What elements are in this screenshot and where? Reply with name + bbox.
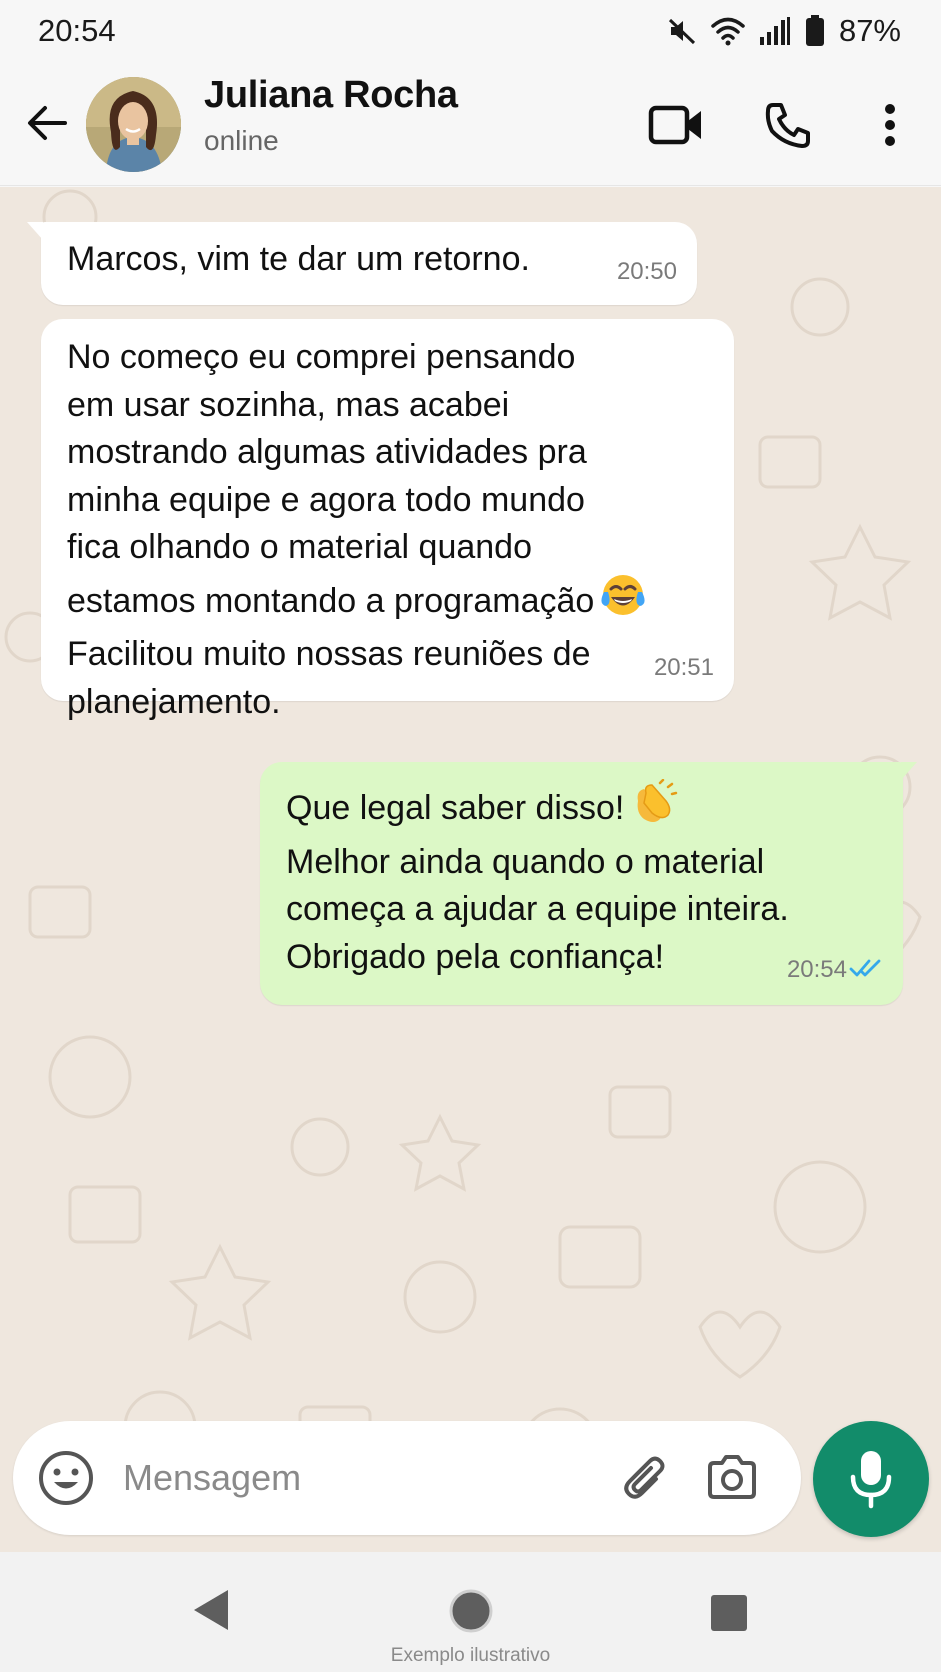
status-icons: 87%: [667, 13, 901, 49]
tears-of-joy-emoji: [600, 572, 646, 632]
message-body: No começo eu comprei pensando em usar so…: [67, 334, 646, 726]
incoming-message[interactable]: No começo eu comprei pensando em usar so…: [41, 319, 734, 721]
battery-icon: [805, 15, 825, 47]
back-button[interactable]: [24, 100, 70, 146]
emoji-icon: [39, 1451, 93, 1505]
status-bar: 20:54 87%: [0, 0, 941, 62]
phone-call-icon: [765, 103, 810, 148]
nav-home-button[interactable]: [448, 1588, 494, 1639]
mute-icon: [667, 16, 697, 46]
message-text: Que legal saber disso!: [286, 789, 625, 827]
voice-message-button[interactable]: [813, 1421, 929, 1537]
camera-button[interactable]: [705, 1451, 759, 1505]
bubble-tail: [27, 222, 43, 240]
message-input[interactable]: [123, 1449, 603, 1507]
message-text: No começo eu comprei pensando em usar so…: [67, 338, 595, 620]
outgoing-message[interactable]: Que legal saber disso! Melhor ainda quan…: [260, 762, 917, 1005]
status-time: 20:54: [38, 13, 116, 48]
contact-avatar[interactable]: [86, 77, 181, 172]
voice-call-button[interactable]: [758, 97, 818, 153]
message-time: 20:54: [786, 955, 847, 983]
nav-back-button[interactable]: [190, 1588, 232, 1637]
message-text-continued: Melhor ainda quando o material começa a …: [286, 842, 789, 976]
nav-recents-button[interactable]: [709, 1593, 749, 1638]
contact-name: Juliana Rocha: [204, 74, 458, 116]
camera-icon: [708, 1455, 756, 1499]
attach-button[interactable]: [620, 1451, 674, 1505]
battery-percentage: 87%: [838, 13, 901, 48]
video-call-button[interactable]: [646, 97, 706, 153]
message-body: Que legal saber disso! Melhor ainda quan…: [286, 778, 789, 981]
contact-status: online: [204, 125, 279, 156]
wifi-icon: [711, 16, 745, 46]
back-arrow-icon: [28, 106, 67, 140]
signal-icon: [759, 16, 791, 46]
message-time: 20:51: [653, 653, 714, 681]
nav-recents-icon: [711, 1595, 747, 1631]
more-vert-icon: [885, 104, 895, 146]
emoji-button[interactable]: [37, 1449, 95, 1507]
contact-info[interactable]: Juliana Rocha online: [204, 74, 458, 157]
message-composer: [13, 1421, 801, 1535]
nav-home-icon: [449, 1589, 493, 1633]
video-call-icon: [648, 105, 701, 145]
message-text: Marcos, vim te dar um retorno.: [67, 240, 530, 278]
bubble-tail: [901, 762, 917, 780]
nav-back-icon: [194, 1590, 228, 1630]
attach-icon: [624, 1456, 665, 1499]
clapping-hands-emoji: [630, 778, 678, 839]
more-options-button[interactable]: [860, 97, 920, 153]
double-check-read-icon: [849, 944, 883, 992]
system-nav-bar: Exemplo ilustrativo: [0, 1552, 941, 1672]
incoming-message[interactable]: Marcos, vim te dar um retorno. 20:50: [27, 222, 697, 305]
whatsapp-chat-screen: 20:54 87% Juliana Rocha online Marcos, v…: [0, 0, 941, 1672]
message-time: 20:50: [616, 257, 677, 285]
chat-area[interactable]: Marcos, vim te dar um retorno. 20:50 No …: [0, 187, 941, 1552]
watermark-caption: Exemplo ilustrativo: [390, 1645, 551, 1666]
message-text-continued: Facilitou muito nossas reuniões de plane…: [67, 635, 591, 721]
mic-icon: [850, 1451, 892, 1509]
chat-header: Juliana Rocha online: [0, 62, 941, 186]
